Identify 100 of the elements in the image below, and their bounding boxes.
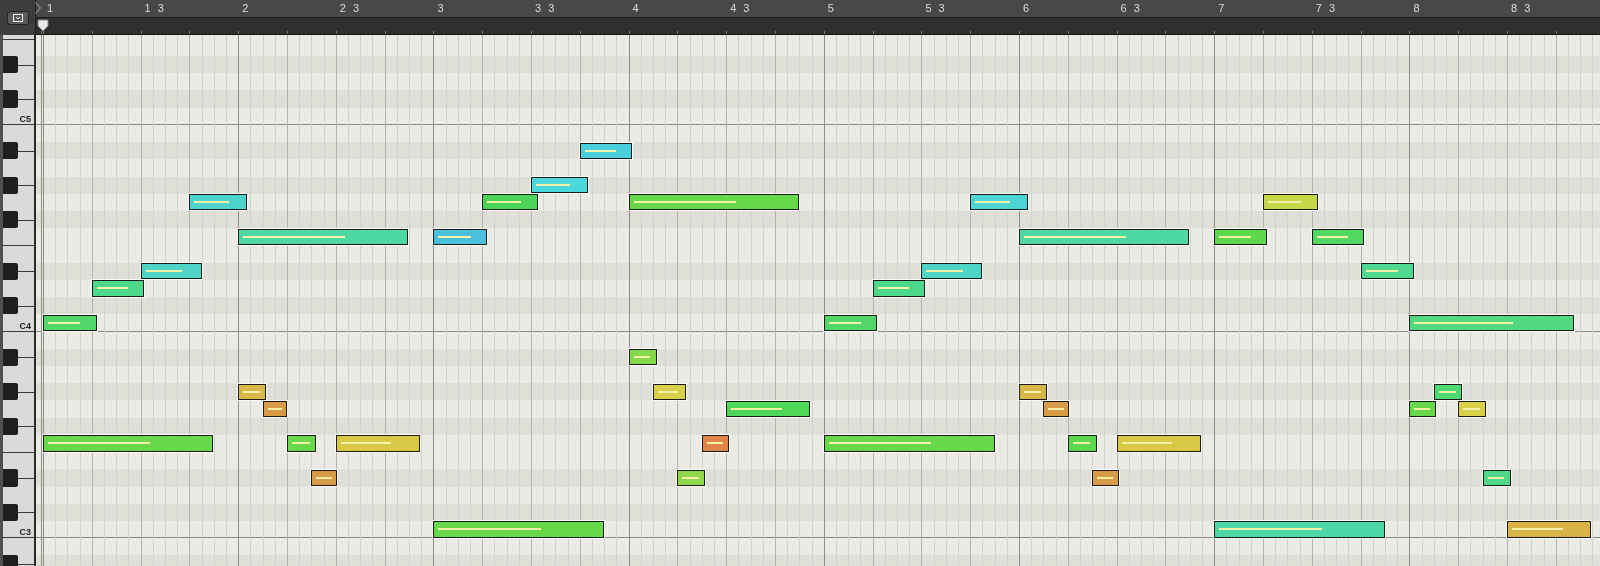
midi-note[interactable] bbox=[1433, 383, 1462, 400]
dropdown-icon bbox=[12, 13, 23, 22]
midi-note[interactable] bbox=[1043, 400, 1069, 418]
midi-note[interactable] bbox=[482, 194, 539, 211]
midi-note[interactable] bbox=[287, 435, 317, 452]
midi-note[interactable] bbox=[91, 280, 145, 297]
velocity-line bbox=[682, 476, 700, 479]
midi-note[interactable] bbox=[701, 435, 729, 452]
velocity-line bbox=[731, 407, 782, 410]
bar-number: 4 3 bbox=[730, 1, 752, 15]
piano-key[interactable] bbox=[3, 348, 18, 366]
piano-key[interactable] bbox=[3, 211, 18, 229]
midi-note[interactable] bbox=[262, 400, 287, 418]
velocity-line bbox=[633, 356, 651, 359]
midi-note[interactable] bbox=[677, 469, 706, 486]
midi-note[interactable] bbox=[140, 263, 202, 280]
midi-note[interactable] bbox=[1019, 383, 1048, 400]
bar-number: 2 bbox=[242, 1, 251, 15]
midi-note[interactable] bbox=[1360, 263, 1415, 280]
midi-note[interactable] bbox=[238, 383, 267, 400]
midi-note[interactable] bbox=[1019, 228, 1189, 245]
midi-note[interactable] bbox=[1409, 314, 1575, 332]
midi-note[interactable] bbox=[823, 314, 878, 332]
velocity-line bbox=[706, 442, 723, 445]
midi-note[interactable] bbox=[531, 177, 589, 194]
midi-note[interactable] bbox=[823, 435, 995, 452]
octave-label: C3 bbox=[19, 527, 31, 538]
piano-key[interactable] bbox=[3, 142, 18, 160]
midi-note[interactable] bbox=[189, 194, 247, 211]
velocity-line bbox=[1268, 201, 1301, 204]
piano-keyboard[interactable]: C5 C4 C3 bbox=[0, 35, 36, 566]
midi-note[interactable] bbox=[1458, 400, 1487, 418]
bar-number: 3 bbox=[437, 1, 446, 15]
octave-label: C5 bbox=[19, 113, 31, 124]
velocity-line bbox=[96, 287, 129, 290]
bar-number: 8 bbox=[1413, 1, 1422, 15]
midi-note[interactable] bbox=[1507, 521, 1592, 538]
view-menu-button[interactable] bbox=[6, 10, 29, 25]
midi-note[interactable] bbox=[1409, 400, 1437, 418]
velocity-line bbox=[828, 321, 861, 324]
midi-note[interactable] bbox=[921, 263, 983, 280]
midi-note[interactable] bbox=[311, 469, 337, 486]
midi-note[interactable] bbox=[653, 383, 686, 400]
midi-note[interactable] bbox=[1092, 469, 1119, 486]
velocity-line bbox=[1048, 407, 1064, 410]
velocity-line bbox=[316, 476, 332, 479]
velocity-line bbox=[243, 390, 260, 393]
midi-note[interactable] bbox=[43, 314, 97, 332]
velocity-line bbox=[926, 270, 963, 273]
bar-number: 4 bbox=[632, 1, 641, 15]
velocity-line bbox=[1316, 235, 1349, 238]
bar-number: 2 3 bbox=[339, 1, 362, 15]
piano-key[interactable] bbox=[3, 503, 18, 521]
midi-note[interactable] bbox=[726, 400, 811, 418]
midi-note[interactable] bbox=[433, 521, 605, 538]
velocity-line bbox=[340, 442, 392, 445]
piano-key[interactable] bbox=[3, 297, 18, 315]
velocity-line bbox=[877, 287, 910, 290]
midi-note[interactable] bbox=[628, 349, 657, 366]
velocity-line bbox=[1414, 407, 1431, 410]
piano-key[interactable] bbox=[3, 383, 18, 401]
piano-key[interactable] bbox=[3, 56, 18, 74]
bar-ruler[interactable]: 1 1 3 2 2 3 3 3 3 4 4 3 5 5 3 6 6 3 7 7 3 8 8 3 bbox=[36, 0, 1600, 18]
velocity-line bbox=[194, 201, 229, 204]
velocity-line bbox=[1463, 407, 1480, 410]
velocity-line bbox=[487, 201, 521, 204]
midi-note[interactable] bbox=[1311, 228, 1365, 245]
midi-note[interactable] bbox=[1482, 469, 1511, 486]
velocity-line bbox=[975, 201, 1010, 204]
bar-number: 5 bbox=[827, 1, 836, 15]
velocity-line bbox=[145, 270, 183, 273]
midi-note[interactable] bbox=[628, 194, 800, 211]
midi-note[interactable] bbox=[1263, 194, 1318, 211]
velocity-line bbox=[1024, 390, 1041, 393]
velocity-line bbox=[1072, 442, 1091, 445]
bar-number: 5 3 bbox=[925, 1, 947, 15]
midi-note[interactable] bbox=[970, 194, 1028, 211]
piano-key[interactable] bbox=[3, 262, 18, 280]
midi-note[interactable] bbox=[1067, 435, 1098, 452]
piano-key[interactable] bbox=[3, 417, 18, 435]
bar-number: 7 bbox=[1218, 1, 1227, 15]
velocity-line bbox=[1219, 235, 1251, 238]
velocity-line bbox=[48, 321, 81, 324]
midi-note[interactable] bbox=[1214, 228, 1267, 245]
midi-note[interactable] bbox=[238, 228, 408, 245]
midi-note[interactable] bbox=[579, 142, 633, 159]
velocity-line bbox=[1487, 476, 1505, 479]
midi-note[interactable] bbox=[1116, 435, 1201, 452]
midi-note[interactable] bbox=[43, 435, 213, 452]
velocity-line bbox=[1365, 270, 1398, 273]
bar-number: 8 3 bbox=[1511, 1, 1533, 15]
midi-note[interactable] bbox=[872, 280, 926, 297]
midi-note[interactable] bbox=[1214, 521, 1385, 538]
bar-number: 7 3 bbox=[1315, 1, 1338, 15]
start-marker-icon bbox=[35, 2, 41, 14]
midi-note[interactable] bbox=[433, 228, 488, 245]
velocity-line bbox=[584, 149, 617, 152]
piano-key[interactable] bbox=[3, 176, 18, 194]
velocity-line bbox=[438, 235, 471, 238]
midi-note[interactable] bbox=[335, 435, 420, 452]
